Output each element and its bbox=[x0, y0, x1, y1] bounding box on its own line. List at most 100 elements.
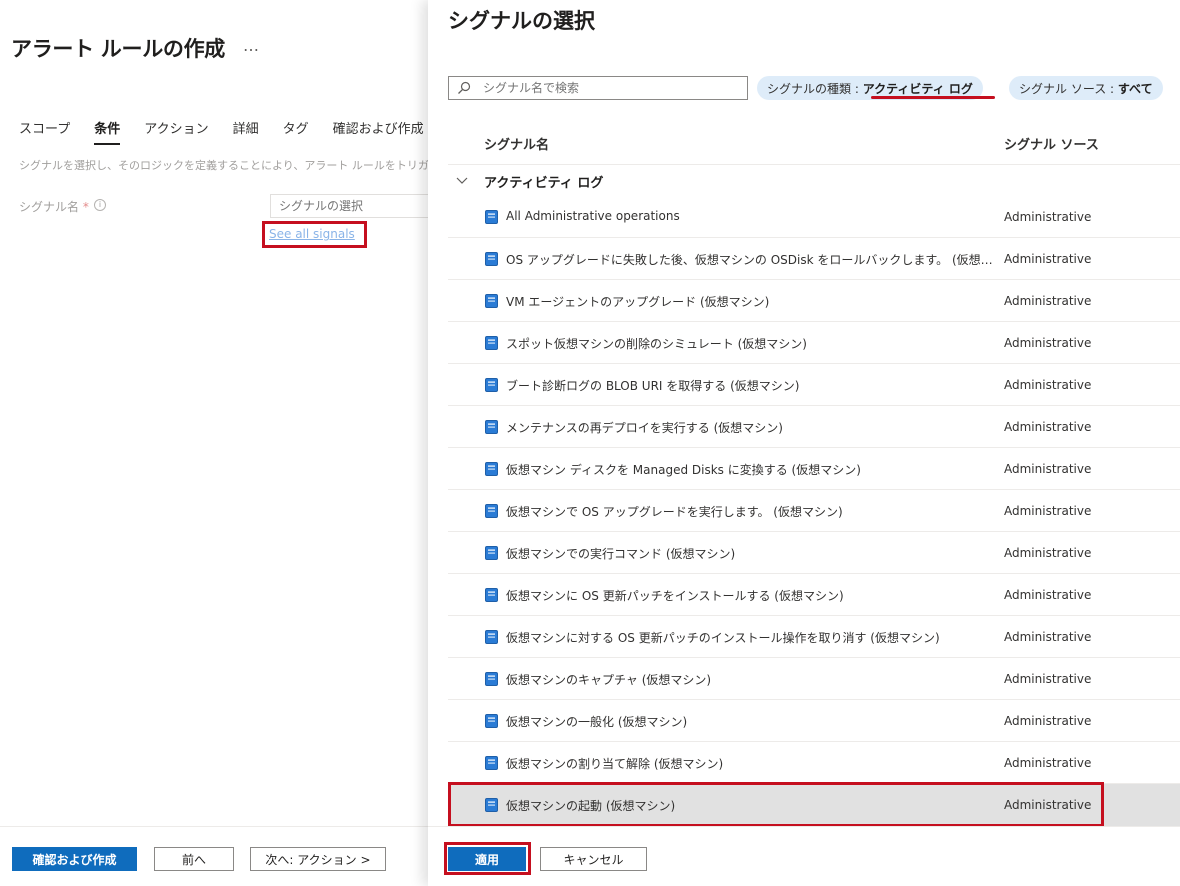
activity-log-icon bbox=[485, 210, 498, 224]
signal-row[interactable]: ブート診断ログの BLOB URI を取得する (仮想マシン) Administ… bbox=[448, 364, 1180, 406]
signal-name-label-text: シグナル名 bbox=[19, 200, 80, 214]
signal-row[interactable]: 仮想マシンに OS 更新パッチをインストールする (仮想マシン) Adminis… bbox=[448, 574, 1180, 616]
signal-type-filter-label: シグナルの種類 : bbox=[767, 82, 863, 96]
signal-row-source: Administrative bbox=[1004, 630, 1092, 644]
signal-source-filter[interactable]: シグナル ソース : すべて bbox=[1009, 76, 1163, 100]
activity-log-icon bbox=[485, 462, 498, 476]
signal-search-input[interactable] bbox=[483, 80, 741, 96]
signal-row-name: 仮想マシンに対する OS 更新パッチのインストール操作を取り消す (仮想マシン) bbox=[506, 631, 940, 645]
activity-log-icon bbox=[485, 252, 498, 266]
signal-row[interactable]: 仮想マシンに対する OS 更新パッチのインストール操作を取り消す (仮想マシン)… bbox=[448, 616, 1180, 658]
chevron-down-icon bbox=[456, 175, 472, 188]
signal-row-name: 仮想マシンのキャプチャ (仮想マシン) bbox=[506, 673, 712, 687]
search-icon bbox=[458, 81, 471, 94]
review-create-button[interactable]: 確認および作成 bbox=[12, 847, 137, 871]
signal-row-name: 仮想マシン ディスクを Managed Disks に変換する (仮想マシン) bbox=[506, 463, 861, 477]
activity-log-icon bbox=[485, 630, 498, 644]
signal-row-name: 仮想マシンの割り当て解除 (仮想マシン) bbox=[506, 757, 724, 771]
signal-row[interactable]: 仮想マシンでの実行コマンド (仮想マシン) Administrative bbox=[448, 532, 1180, 574]
signal-row-source: Administrative bbox=[1004, 672, 1092, 686]
tab-actions[interactable]: アクション bbox=[144, 118, 208, 145]
activity-log-icon bbox=[485, 672, 498, 686]
signal-source-filter-label: シグナル ソース : bbox=[1019, 82, 1118, 96]
activity-log-icon bbox=[485, 546, 498, 560]
signal-row-name: OS アップグレードに失敗した後、仮想マシンの OSDisk をロールバックしま… bbox=[506, 253, 1000, 267]
activity-log-icon bbox=[485, 504, 498, 518]
create-alert-rule-blade: アラート ルールの作成 … スコープ 条件 アクション 詳細 タグ 確認および作… bbox=[0, 0, 428, 886]
panel-footer: 適用 キャンセル bbox=[428, 826, 1180, 886]
apply-button[interactable]: 適用 bbox=[448, 847, 526, 871]
signal-row-source: Administrative bbox=[1004, 252, 1092, 266]
tab-scope[interactable]: スコープ bbox=[19, 118, 70, 145]
signal-list: All Administrative operations Administra… bbox=[448, 196, 1180, 826]
signal-row-selected[interactable]: 仮想マシンの起動 (仮想マシン) Administrative bbox=[448, 784, 1180, 826]
group-activity-log[interactable]: アクティビティ ログ bbox=[456, 172, 604, 191]
signal-row-name: VM エージェントのアップグレード (仮想マシン) bbox=[506, 295, 770, 309]
signal-row[interactable]: 仮想マシンのキャプチャ (仮想マシン) Administrative bbox=[448, 658, 1180, 700]
signal-row[interactable]: メンテナンスの再デプロイを実行する (仮想マシン) Administrative bbox=[448, 406, 1180, 448]
signal-row[interactable]: All Administrative operations Administra… bbox=[448, 196, 1180, 238]
activity-log-icon bbox=[485, 756, 498, 770]
more-options-icon[interactable]: … bbox=[243, 36, 260, 55]
signal-row-source: Administrative bbox=[1004, 210, 1092, 224]
activity-log-icon bbox=[485, 336, 498, 350]
signal-row-name: スポット仮想マシンの削除のシミュレート (仮想マシン) bbox=[506, 337, 807, 351]
signal-row-source: Administrative bbox=[1004, 420, 1092, 434]
signal-row-source: Administrative bbox=[1004, 462, 1092, 476]
left-footer: 確認および作成 前へ 次へ: アクション > bbox=[0, 826, 428, 886]
signal-row-source: Administrative bbox=[1004, 294, 1092, 308]
signal-row-name: 仮想マシンの起動 (仮想マシン) bbox=[506, 799, 676, 813]
column-header-signal-source[interactable]: シグナル ソース bbox=[1004, 134, 1099, 153]
signal-row-name: 仮想マシンでの実行コマンド (仮想マシン) bbox=[506, 547, 736, 561]
tab-review-create[interactable]: 確認および作成 bbox=[333, 118, 424, 145]
see-all-signals-link[interactable]: See all signals bbox=[269, 227, 355, 241]
tab-details[interactable]: 詳細 bbox=[233, 118, 259, 145]
required-mark: * bbox=[82, 200, 89, 214]
signal-row[interactable]: 仮想マシンの一般化 (仮想マシン) Administrative bbox=[448, 700, 1180, 742]
tab-condition[interactable]: 条件 bbox=[94, 118, 121, 145]
signal-row-name: ブート診断ログの BLOB URI を取得する (仮想マシン) bbox=[506, 379, 800, 393]
activity-log-icon bbox=[485, 420, 498, 434]
header-divider bbox=[448, 164, 1180, 165]
signal-row-source: Administrative bbox=[1004, 588, 1092, 602]
signal-type-filter-value: アクティビティ ログ bbox=[862, 82, 973, 96]
column-header-signal-name[interactable]: シグナル名 bbox=[484, 134, 549, 153]
tab-list: スコープ 条件 アクション 詳細 タグ 確認および作成 bbox=[19, 118, 428, 145]
signal-row-source: Administrative bbox=[1004, 546, 1092, 560]
signal-row[interactable]: OS アップグレードに失敗した後、仮想マシンの OSDisk をロールバックしま… bbox=[448, 238, 1180, 280]
next-actions-button[interactable]: 次へ: アクション > bbox=[250, 847, 386, 871]
signal-row[interactable]: 仮想マシンの割り当て解除 (仮想マシン) Administrative bbox=[448, 742, 1180, 784]
signal-row[interactable]: VM エージェントのアップグレード (仮想マシン) Administrative bbox=[448, 280, 1180, 322]
activity-log-icon bbox=[485, 714, 498, 728]
highlight-signal-type-underline bbox=[871, 96, 995, 99]
group-label: アクティビティ ログ bbox=[484, 175, 604, 191]
previous-button[interactable]: 前へ bbox=[154, 847, 234, 871]
tab-tags[interactable]: タグ bbox=[283, 118, 309, 145]
condition-description: シグナルを選択し、そのロジックを定義することにより、アラート ルールをトリガーす… bbox=[19, 159, 428, 172]
page-title: アラート ルールの作成 bbox=[11, 37, 226, 61]
signal-name-label: シグナル名 * bbox=[19, 198, 89, 215]
signal-source-filter-value: すべて bbox=[1117, 82, 1153, 96]
signal-row[interactable]: スポット仮想マシンの削除のシミュレート (仮想マシン) Administrati… bbox=[448, 322, 1180, 364]
signal-row[interactable]: 仮想マシン ディスクを Managed Disks に変換する (仮想マシン) … bbox=[448, 448, 1180, 490]
info-icon[interactable]: i bbox=[94, 199, 106, 211]
signal-row-name: 仮想マシンに OS 更新パッチをインストールする (仮想マシン) bbox=[506, 589, 844, 603]
activity-log-icon bbox=[485, 798, 498, 812]
activity-log-icon bbox=[485, 378, 498, 392]
cancel-button[interactable]: キャンセル bbox=[540, 847, 647, 871]
activity-log-icon bbox=[485, 588, 498, 602]
signal-row-name: All Administrative operations bbox=[506, 209, 680, 223]
signal-row[interactable]: 仮想マシンで OS アップグレードを実行します。 (仮想マシン) Adminis… bbox=[448, 490, 1180, 532]
signal-select-input[interactable] bbox=[270, 194, 428, 218]
signal-row-name: メンテナンスの再デプロイを実行する (仮想マシン) bbox=[506, 421, 783, 435]
signal-row-source: Administrative bbox=[1004, 798, 1092, 812]
signal-search-box[interactable] bbox=[448, 76, 748, 100]
panel-title: シグナルの選択 bbox=[448, 9, 595, 33]
signal-row-source: Administrative bbox=[1004, 714, 1092, 728]
signal-row-source: Administrative bbox=[1004, 504, 1092, 518]
signal-row-source: Administrative bbox=[1004, 378, 1092, 392]
activity-log-icon bbox=[485, 294, 498, 308]
signal-row-source: Administrative bbox=[1004, 756, 1092, 770]
signal-row-name: 仮想マシンで OS アップグレードを実行します。 (仮想マシン) bbox=[506, 505, 843, 519]
signal-row-name: 仮想マシンの一般化 (仮想マシン) bbox=[506, 715, 688, 729]
